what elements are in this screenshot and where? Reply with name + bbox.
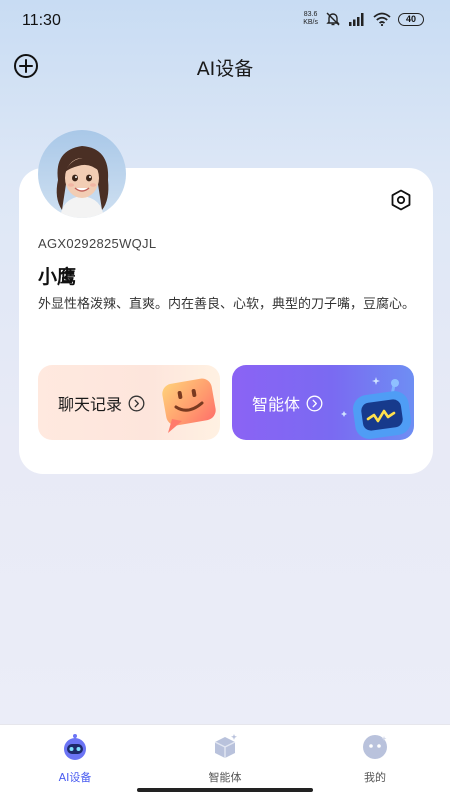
device-id: AGX0292825WQJL <box>38 236 157 251</box>
nav-label: 智能体 <box>208 771 242 784</box>
chat-history-button[interactable]: 聊天记录 <box>38 365 220 440</box>
nav-item-agent[interactable]: 智能体 <box>180 733 270 785</box>
header: AI设备 <box>0 48 450 84</box>
robot-icon <box>64 734 86 760</box>
circle-arrow-icon <box>128 395 145 411</box>
nav-item-ai-device[interactable]: AI设备 <box>30 733 120 785</box>
mute-bell-icon <box>326 12 340 26</box>
cube-icon <box>214 734 237 758</box>
avatar-image <box>38 130 126 218</box>
chat-bubble-icon <box>162 378 216 433</box>
device-name: 小鹰 <box>38 266 77 288</box>
agent-label: 智能体 <box>252 395 301 414</box>
page-title: AI设备 <box>196 58 254 80</box>
status-time: 11:30 <box>22 12 61 29</box>
battery-icon: 40 <box>398 12 424 26</box>
home-indicator[interactable] <box>137 788 313 792</box>
avatar[interactable] <box>38 130 126 218</box>
chat-history-label: 聊天记录 <box>58 395 123 414</box>
circle-arrow-icon <box>306 395 323 411</box>
chat-history-label-group: 聊天记录 <box>58 391 145 415</box>
status-bar: 11:30 83.6 KB/s 40 <box>0 0 450 44</box>
agent-label-group: 智能体 <box>252 391 323 415</box>
device-description: 外显性格泼辣、直爽。内在善良、心软，典型的刀子嘴，豆腐心。 <box>38 297 416 312</box>
nav-label: 我的 <box>364 771 386 784</box>
nav-item-mine[interactable]: 我的 <box>330 733 420 785</box>
net-speed: 83.6 KB/s <box>303 11 318 26</box>
agent-button[interactable]: 智能体 <box>232 365 414 440</box>
wifi-icon <box>373 12 391 26</box>
hexagon-settings-icon[interactable] <box>389 188 413 212</box>
robot-tv-icon <box>341 377 411 439</box>
signal-icon <box>349 13 364 26</box>
face-icon <box>363 735 387 759</box>
status-icons: 83.6 KB/s 40 <box>303 11 424 27</box>
nav-label: AI设备 <box>58 771 92 784</box>
